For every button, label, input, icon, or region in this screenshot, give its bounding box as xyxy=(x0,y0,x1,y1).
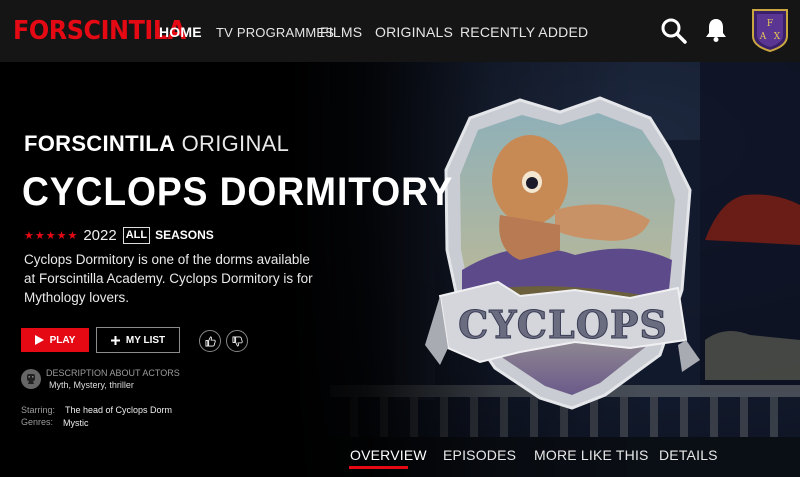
tab-more-like-this[interactable]: MORE LIKE THIS xyxy=(534,447,649,463)
seasons-label: SEASONS xyxy=(155,228,214,242)
tab-episodes[interactable]: EPISODES xyxy=(443,447,516,463)
svg-text:F: F xyxy=(767,19,773,29)
svg-text:X: X xyxy=(774,32,781,42)
active-tab-indicator xyxy=(349,466,408,469)
tab-details[interactable]: DETAILS xyxy=(659,447,718,463)
nav-item-recently-added[interactable]: RECENTLY ADDED xyxy=(460,24,588,40)
starring-value: The head of Cyclops Dorm xyxy=(65,405,173,415)
tab-overview[interactable]: OVERVIEW xyxy=(350,447,427,463)
nav-item-home[interactable]: HOME xyxy=(159,24,202,40)
actors-icon xyxy=(21,369,41,389)
actors-description-tags: Myth, Mystery, thriller xyxy=(49,380,134,390)
originals-brand: FORSCINTILA xyxy=(24,131,176,156)
crest-banner-text: CYCLOPS xyxy=(458,302,668,347)
genres-label: Genres: xyxy=(21,417,54,427)
release-year: 2022 xyxy=(83,226,117,244)
search-icon[interactable] xyxy=(660,17,688,45)
genres-value: Mystic xyxy=(63,418,89,428)
bell-icon[interactable] xyxy=(704,17,728,43)
show-title: CYCLOPS DORMITORY xyxy=(22,170,454,214)
nav-item-tv-programmes[interactable]: TV PROGRAMMES xyxy=(216,25,334,40)
thumbs-down-icon xyxy=(232,336,243,346)
nav-item-films[interactable]: FILMS xyxy=(320,24,362,40)
play-button[interactable]: PLAY xyxy=(21,328,89,352)
show-description: Cyclops Dormitory is one of the dorms av… xyxy=(24,252,313,305)
maturity-rating-badge: ALL xyxy=(122,226,151,244)
play-button-label: PLAY xyxy=(49,334,76,346)
plus-icon xyxy=(110,335,120,345)
thumbs-down-button[interactable] xyxy=(226,330,248,352)
thumbs-up-icon xyxy=(205,336,216,346)
top-navigation: FORSCINTILA HOME TV PROGRAMMES FILMS ORI… xyxy=(0,0,800,62)
actors-description-heading: DESCRIPTION ABOUT ACTORS xyxy=(46,368,180,378)
originals-label: FORSCINTILA ORIGINAL xyxy=(24,131,289,157)
star-rating: ★★★★★ xyxy=(24,229,79,242)
my-list-button-label: MY LIST xyxy=(125,334,166,346)
originals-suffix: ORIGINAL xyxy=(181,131,290,156)
nav-item-originals[interactable]: ORIGINALS xyxy=(375,24,453,40)
my-list-button[interactable]: MY LIST xyxy=(96,327,180,353)
starring-label: Starring: xyxy=(21,405,56,415)
svg-text:A: A xyxy=(759,32,767,42)
meta-row: ★★★★★ 2022 ALL SEASONS xyxy=(24,226,214,244)
play-icon xyxy=(34,335,44,345)
profile-avatar[interactable]: F A X xyxy=(751,6,789,52)
thumbs-up-button[interactable] xyxy=(199,330,221,352)
